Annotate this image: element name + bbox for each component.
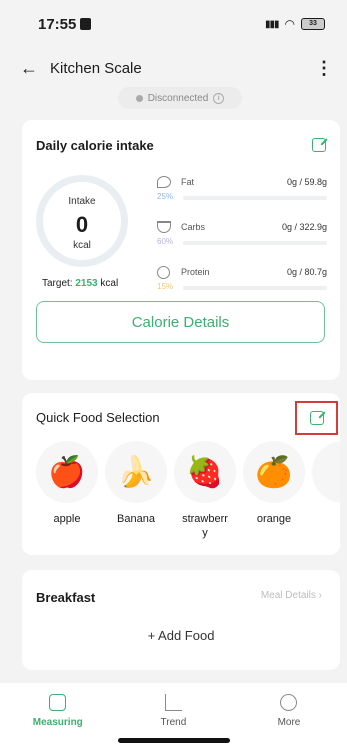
tab-measuring[interactable]: Measuring: [0, 683, 116, 744]
apple-icon: 🍎: [36, 441, 98, 503]
intake-label: Intake: [68, 196, 96, 207]
wifi-icon: ◠: [284, 17, 295, 31]
macro-progress-track: [183, 286, 327, 290]
intake-unit: kcal: [73, 240, 91, 251]
food-item-partial[interactable]: [312, 441, 340, 503]
more-vertical-icon[interactable]: ⋮: [315, 58, 333, 79]
info-icon[interactable]: i: [213, 92, 225, 104]
calorie-card: Daily calorie intake Intake 0 kcal Targe…: [22, 120, 340, 380]
add-food-button[interactable]: + Add Food: [22, 628, 340, 643]
target-calories: Target: 2153 kcal: [42, 278, 118, 289]
status-icons: ▮▮▮ ◠ 33: [265, 17, 325, 31]
strawberry-icon: 🍓: [174, 441, 236, 503]
macro-percent: 15%: [157, 282, 174, 291]
macro-amount: 0g / 80.7g: [286, 267, 327, 277]
macro-amount: 0g / 59.8g: [286, 177, 327, 187]
target-label: Target:: [42, 278, 73, 289]
arrow-left-icon[interactable]: ←: [20, 58, 44, 79]
macro-name: Protein: [181, 267, 210, 277]
intake-ring: Intake 0 kcal: [36, 175, 128, 267]
more-circle-icon: [280, 694, 298, 711]
app-header: ← Kitchen Scale ⋮: [0, 52, 347, 84]
macro-fat: Fat 25% 0g / 59.8g: [155, 175, 327, 207]
intake-value: 0: [75, 212, 89, 237]
target-value: 2153: [75, 278, 98, 289]
battery-icon: 33: [301, 18, 325, 30]
banana-icon: 🍌: [105, 441, 167, 503]
target-unit: kcal: [100, 278, 119, 289]
drumstick-icon: [157, 176, 171, 188]
chevron-right-icon: ›: [318, 590, 322, 601]
chart-icon: [164, 694, 182, 711]
food-icon: [312, 441, 340, 503]
tab-label: Trend: [160, 717, 187, 728]
status-dot-icon: [135, 94, 143, 102]
status-bar: 17:55 ▮▮▮ ◠ 33: [0, 0, 347, 48]
tab-more[interactable]: More: [231, 683, 347, 744]
macro-carbs: Carbs 60% 0g / 322.9g: [155, 220, 327, 252]
home-indicator: [118, 738, 230, 743]
food-item-strawberry[interactable]: 🍓 strawberr y: [174, 441, 236, 540]
food-label: Banana: [117, 513, 155, 525]
edit-icon[interactable]: [312, 138, 326, 152]
macro-percent: 25%: [157, 192, 174, 201]
edit-icon[interactable]: [310, 411, 324, 425]
breakfast-title: Breakfast: [36, 590, 96, 605]
calorie-card-title: Daily calorie intake: [36, 138, 154, 153]
food-item-orange[interactable]: 🍊 orange: [243, 441, 305, 526]
quick-food-title: Quick Food Selection: [36, 410, 160, 425]
connection-status-pill[interactable]: Disconnected i: [118, 87, 242, 109]
egg-icon: [157, 266, 170, 279]
quick-food-card: Quick Food Selection 🍎 apple 🍌 Banana 🍓 …: [22, 393, 340, 555]
tab-label: Measuring: [32, 717, 83, 728]
meal-details-label: Meal Details: [260, 590, 316, 601]
macro-name: Carbs: [181, 222, 206, 232]
breakfast-card: Breakfast Meal Details › + Add Food: [22, 570, 340, 670]
food-label: strawberr y: [182, 513, 228, 539]
macro-progress-track: [183, 241, 327, 245]
tab-label: More: [277, 717, 301, 728]
food-item-apple[interactable]: 🍎 apple: [36, 441, 98, 526]
food-item-banana[interactable]: 🍌 Banana: [105, 441, 167, 526]
orange-icon: 🍊: [243, 441, 305, 503]
meal-details-link[interactable]: Meal Details ›: [261, 590, 322, 601]
page-title: Kitchen Scale: [50, 59, 142, 77]
macro-protein: Protein 15% 0g / 80.7g: [155, 265, 327, 297]
connection-status-text: Disconnected: [147, 92, 209, 104]
status-time-text: 17:55: [38, 15, 77, 33]
status-time: 17:55: [38, 15, 92, 33]
tab-trend[interactable]: Trend: [116, 683, 232, 744]
food-label: apple: [53, 513, 81, 525]
bottom-tab-bar: Measuring Trend More: [0, 683, 347, 744]
macro-percent: 60%: [157, 237, 174, 246]
macro-amount: 0g / 322.9g: [281, 222, 327, 232]
bowl-icon: [157, 221, 171, 233]
signal-icon: ▮▮▮: [265, 18, 279, 30]
id-card-icon: [80, 18, 92, 30]
calorie-details-button[interactable]: Calorie Details: [36, 301, 325, 343]
scale-icon: [49, 694, 67, 711]
macro-progress-track: [183, 196, 327, 200]
food-label: orange: [256, 513, 292, 525]
macro-name: Fat: [181, 177, 195, 187]
